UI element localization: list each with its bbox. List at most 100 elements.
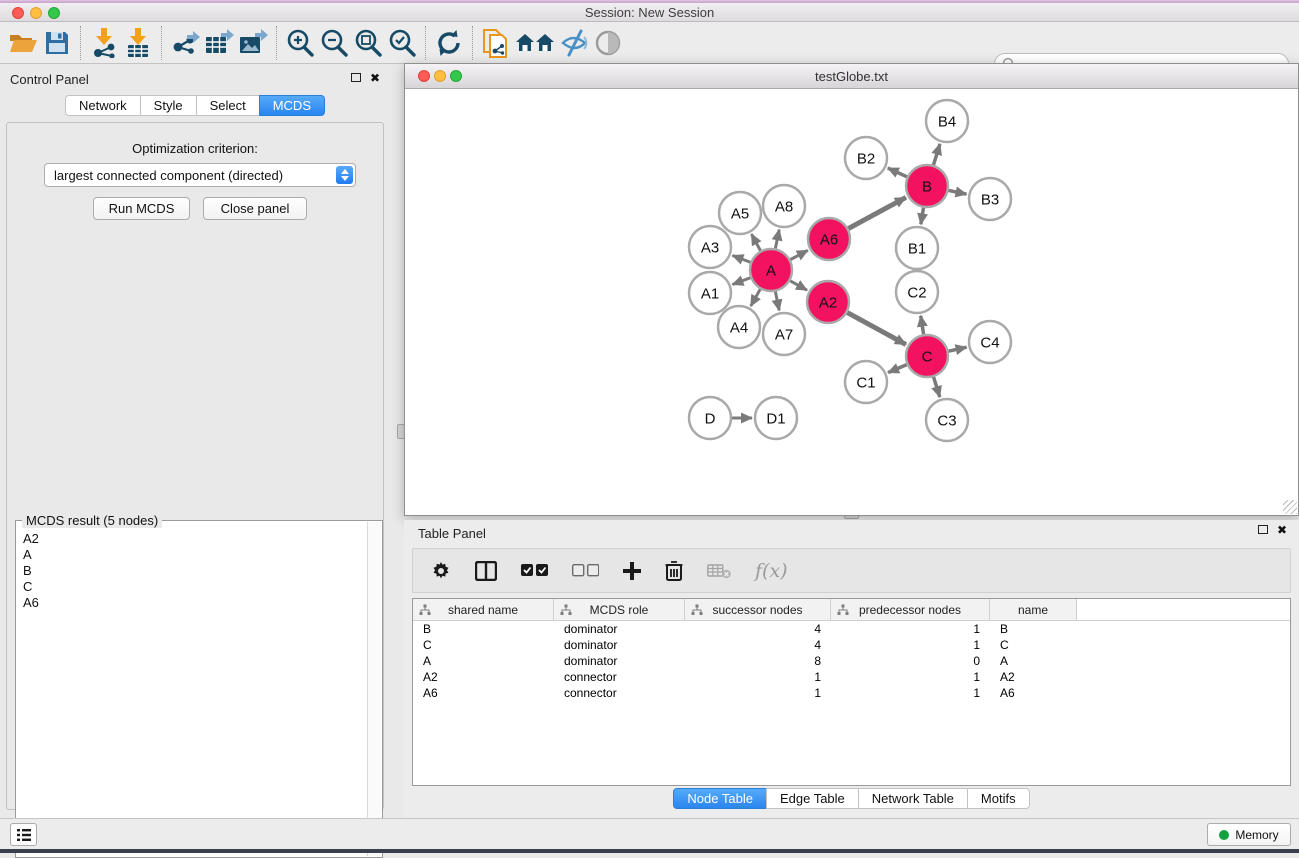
graph-node-D[interactable]: D [689,397,731,439]
cell-shared-name[interactable]: B [413,622,554,636]
import-network-icon[interactable] [87,26,121,60]
cell-predecessor-nodes[interactable]: 1 [831,638,990,652]
graph-node-A8[interactable]: A8 [763,185,805,227]
zoom-selected-icon[interactable] [385,26,419,60]
export-table-icon[interactable] [202,26,236,60]
cell-name[interactable]: A [990,654,1077,668]
edge-A-A7[interactable] [775,292,779,311]
cell-successor-nodes[interactable]: 1 [685,686,831,700]
delete-table-icon[interactable] [707,563,731,579]
edge-A-A4[interactable] [751,289,760,306]
table-row[interactable]: Cdominator41C [413,637,1290,653]
cell-name[interactable]: A6 [990,686,1077,700]
table-row[interactable]: Adominator80A [413,653,1290,669]
graph-node-B3[interactable]: B3 [969,178,1011,220]
graph-node-A[interactable]: A [750,249,792,291]
cell-successor-nodes[interactable]: 8 [685,654,831,668]
tab-network[interactable]: Network [65,95,141,116]
task-history-button[interactable] [10,823,37,846]
add-column-icon[interactable] [623,562,641,580]
network-window-titlebar[interactable]: testGlobe.txt [405,64,1298,89]
export-network-icon[interactable] [168,26,202,60]
memory-button[interactable]: Memory [1207,823,1291,846]
graph-node-D1[interactable]: D1 [755,397,797,439]
close-panel-icon[interactable]: ✖ [1277,525,1287,535]
cell-MCDS-role[interactable]: dominator [554,622,685,636]
window-resize-grip[interactable] [1283,500,1297,514]
close-panel-button[interactable]: Close panel [203,197,307,220]
cell-shared-name[interactable]: A [413,654,554,668]
hide-panel-icon[interactable] [557,26,591,60]
show-column-icon[interactable] [475,561,497,581]
graph-node-B[interactable]: B [906,165,948,207]
graph-node-C[interactable]: C [906,335,948,377]
cell-successor-nodes[interactable]: 4 [685,622,831,636]
graph-node-A7[interactable]: A7 [763,313,805,355]
edge-C-C1[interactable] [888,365,907,373]
tab-style[interactable]: Style [140,95,197,116]
edge-A-A2[interactable] [790,281,807,290]
refresh-icon[interactable] [432,26,466,60]
cell-MCDS-role[interactable]: connector [554,686,685,700]
edge-A2-C[interactable] [847,313,906,345]
cell-predecessor-nodes[interactable]: 1 [831,670,990,684]
graph-node-B2[interactable]: B2 [845,137,887,179]
tab-select[interactable]: Select [196,95,260,116]
cell-MCDS-role[interactable]: dominator [554,654,685,668]
graph-node-A5[interactable]: A5 [719,192,761,234]
edge-B-B3[interactable] [949,190,967,194]
graph-node-A2[interactable]: A2 [807,281,849,323]
column-header-name[interactable]: name [990,599,1077,620]
cell-name[interactable]: C [990,638,1077,652]
node-table[interactable]: shared nameMCDS rolesuccessor nodesprede… [412,598,1291,786]
home-views-icon[interactable] [513,26,557,60]
cell-name[interactable]: A2 [990,670,1077,684]
tab-network-table[interactable]: Network Table [858,788,968,809]
graph-node-A6[interactable]: A6 [808,218,850,260]
edge-A-A3[interactable] [732,255,750,262]
select-all-icon[interactable] [521,564,548,577]
network-snapshot-icon[interactable] [479,26,513,60]
cell-MCDS-role[interactable]: dominator [554,638,685,652]
column-header-predecessor-nodes[interactable]: predecessor nodes [831,599,990,620]
show-panel-icon[interactable] [591,26,625,60]
cell-shared-name[interactable]: C [413,638,554,652]
edge-C-C3[interactable] [934,377,940,397]
mcds-result-list[interactable]: A2ABCA6 [17,527,367,856]
tab-motifs[interactable]: Motifs [967,788,1030,809]
network-graph[interactable]: B4B2BB3A8A5A6A3B1AA1C2A2A4A7C4CC1C3DD1 [405,90,1298,516]
table-row[interactable]: Bdominator41B [413,621,1290,637]
cell-successor-nodes[interactable]: 4 [685,638,831,652]
zoom-fit-icon[interactable] [351,26,385,60]
edge-A-A8[interactable] [775,230,779,249]
cell-successor-nodes[interactable]: 1 [685,670,831,684]
settings-gear-icon[interactable] [431,561,451,581]
result-item[interactable]: A6 [23,595,367,611]
graph-node-A3[interactable]: A3 [689,226,731,268]
result-item[interactable]: A [23,547,367,563]
table-row[interactable]: A2connector11A2 [413,669,1290,685]
graph-node-C3[interactable]: C3 [926,399,968,441]
import-table-icon[interactable] [121,26,155,60]
edge-C-C4[interactable] [948,347,966,351]
edge-B-B4[interactable] [933,144,939,165]
edge-A6-B[interactable] [848,197,906,228]
cell-predecessor-nodes[interactable]: 1 [831,622,990,636]
result-scrollbar[interactable] [367,522,381,856]
cell-name[interactable]: B [990,622,1077,636]
tab-edge-table[interactable]: Edge Table [766,788,859,809]
deselect-all-icon[interactable] [572,564,599,577]
column-header-successor-nodes[interactable]: successor nodes [685,599,831,620]
edge-C-C2[interactable] [921,316,924,335]
result-item[interactable]: A2 [23,531,367,547]
tab-mcds[interactable]: MCDS [259,95,325,116]
graph-node-B1[interactable]: B1 [896,227,938,269]
float-panel-icon[interactable] [1258,525,1268,534]
close-panel-icon[interactable]: ✖ [370,73,380,83]
edge-A-A5[interactable] [751,234,760,251]
cell-predecessor-nodes[interactable]: 0 [831,654,990,668]
open-session-icon[interactable] [6,26,40,60]
cell-MCDS-role[interactable]: connector [554,670,685,684]
export-image-icon[interactable] [236,26,270,60]
cell-shared-name[interactable]: A2 [413,670,554,684]
